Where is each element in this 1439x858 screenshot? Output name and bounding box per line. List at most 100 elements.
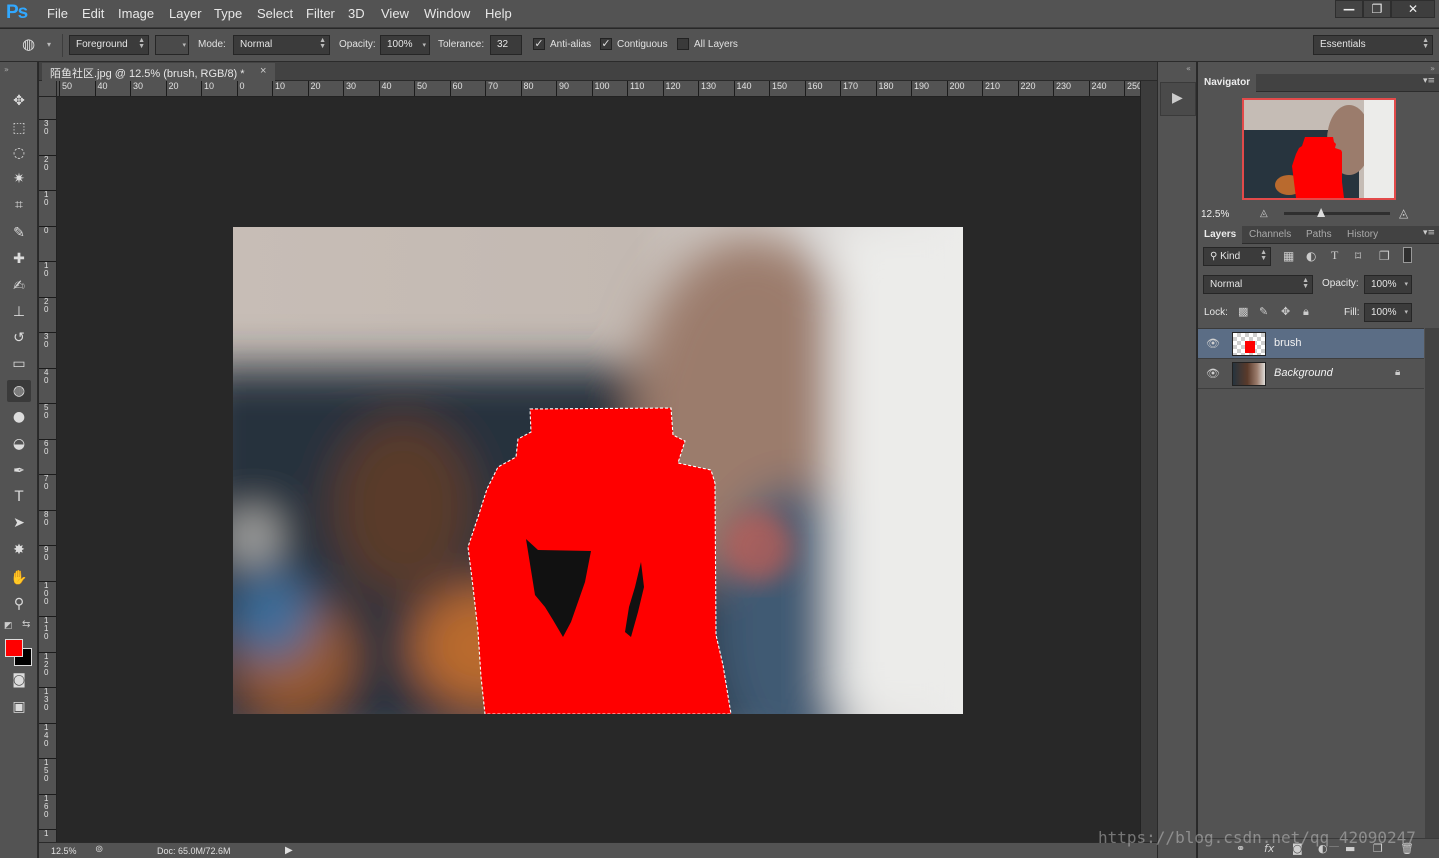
layer-filter-kind[interactable]: ⚲ Kind ▲ ▼ <box>1203 247 1271 266</box>
all-layers-checkbox[interactable] <box>677 38 689 50</box>
history-brush-tool-icon[interactable]: ↺ <box>7 327 31 349</box>
collapse-grip-icon[interactable]: » <box>4 65 9 74</box>
filter-adjustment-icon[interactable]: ◐ <box>1306 249 1316 263</box>
crop-tool-icon[interactable]: ⌗ <box>7 194 31 216</box>
lock-position-icon[interactable]: ✥ <box>1281 305 1290 318</box>
navigator-zoom[interactable]: 12.5% <box>1201 209 1229 220</box>
menu-filter[interactable]: Filter <box>306 6 335 21</box>
zoom-slider-thumb[interactable] <box>1317 208 1326 217</box>
layer-row-brush[interactable]: 👁︎ brush <box>1198 329 1424 359</box>
blur-tool-icon[interactable]: ● <box>7 406 31 428</box>
healing-brush-tool-icon[interactable]: ✚ <box>7 248 31 270</box>
marquee-tool-icon[interactable]: ⬚ <box>7 117 31 139</box>
zoom-level[interactable]: 12.5% <box>51 846 77 856</box>
layer-row-background[interactable]: 👁︎ Background 🔒︎ <box>1198 359 1424 389</box>
eraser-tool-icon[interactable]: ▭ <box>7 353 31 375</box>
quick-mask-icon[interactable]: ◙ <box>7 669 31 691</box>
layer-name[interactable]: brush <box>1274 337 1302 349</box>
move-tool-icon[interactable]: ✥ <box>7 90 31 112</box>
blend-mode-select[interactable]: Normal ▲ ▼ <box>1203 275 1313 294</box>
close-tab-icon[interactable]: × <box>260 65 266 77</box>
paint-bucket-preset-icon[interactable]: ◍ <box>22 35 35 53</box>
vertical-scrollbar[interactable] <box>1140 81 1157 842</box>
menu-type[interactable]: Type <box>214 6 242 21</box>
custom-shape-tool-icon[interactable]: ✸ <box>7 539 31 561</box>
navigator-zoom-slider[interactable] <box>1284 208 1390 217</box>
tab-layers[interactable]: Layers <box>1198 226 1243 244</box>
zoom-tool-icon[interactable]: ⚲ <box>7 593 31 615</box>
filter-pixel-icon[interactable]: ▦ <box>1283 249 1294 263</box>
document-image[interactable] <box>233 227 963 714</box>
eyedropper-tool-icon[interactable]: ✎ <box>7 222 31 244</box>
tab-navigator[interactable]: Navigator <box>1198 74 1257 92</box>
pen-tool-icon[interactable]: ✒ <box>7 460 31 482</box>
filter-shape-icon[interactable]: ⌑ <box>1355 249 1361 263</box>
menu-select[interactable]: Select <box>257 6 293 21</box>
horizontal-ruler[interactable]: 50 40 30 20 10 0 10 20 30 40 50 60 70 80 90 100 110 120 13… <box>57 81 1140 97</box>
dock-panel-button[interactable]: ▶ <box>1160 82 1196 116</box>
ruler-tick-label: 60 <box>449 81 463 96</box>
minimize-button[interactable]: — <box>1335 0 1363 18</box>
navigator-preview[interactable] <box>1242 98 1396 200</box>
menu-3d[interactable]: 3D <box>348 6 365 21</box>
share-icon[interactable]: ⊚ <box>95 844 103 855</box>
lasso-tool-icon[interactable]: ◌ <box>7 142 31 164</box>
foreground-color-swatch[interactable] <box>5 639 23 657</box>
vertical-ruler[interactable]: 3 0 2 0 1 0 0 1 0 2 0 3 0 4 0 5 0 6 0 7 0 8 0 9 0 1 0… <box>39 97 57 842</box>
menu-layer[interactable]: Layer <box>169 6 202 21</box>
lock-transparent-icon[interactable]: ▩ <box>1238 305 1248 318</box>
screen-mode-icon[interactable]: ▣ <box>7 696 31 718</box>
tab-channels[interactable]: Channels <box>1243 226 1297 244</box>
collapse-right-icon[interactable]: » <box>1430 64 1435 73</box>
layer-fill-input[interactable]: 100% ▾ <box>1364 303 1412 322</box>
default-colors-icon[interactable]: ◩ <box>4 621 13 631</box>
workspace-select[interactable]: Essentials ▲ ▼ <box>1313 35 1433 55</box>
collapse-panels-icon[interactable]: « <box>1186 64 1191 73</box>
panel-menu-icon[interactable]: ▾≡ <box>1423 76 1435 86</box>
panel-menu-icon[interactable]: ▾≡ <box>1423 228 1435 238</box>
zoom-out-icon[interactable]: ◬ <box>1260 208 1268 219</box>
swap-colors-icon[interactable]: ⇆ <box>22 619 30 630</box>
pattern-picker[interactable]: ▾ <box>155 35 189 55</box>
visibility-eye-icon[interactable]: 👁︎ <box>1206 337 1220 350</box>
layer-name[interactable]: Background <box>1274 367 1333 379</box>
filter-smart-object-icon[interactable]: ❐ <box>1379 249 1390 263</box>
restore-button[interactable]: ❐ <box>1363 0 1391 18</box>
hand-tool-icon[interactable]: ✋ <box>7 567 31 589</box>
menu-image[interactable]: Image <box>118 6 154 21</box>
menu-help[interactable]: Help <box>485 6 512 21</box>
filter-toggle[interactable] <box>1403 247 1412 263</box>
menu-edit[interactable]: Edit <box>82 6 104 21</box>
dodge-tool-icon[interactable]: ◒ <box>7 433 31 455</box>
visibility-eye-icon[interactable]: 👁︎ <box>1206 367 1220 380</box>
lock-all-icon[interactable]: 🔒︎ <box>1303 305 1309 319</box>
ruler-origin[interactable] <box>39 81 57 97</box>
path-selection-tool-icon[interactable]: ➤ <box>7 512 31 534</box>
chevron-down-icon[interactable]: ▾ <box>47 40 51 49</box>
menu-view[interactable]: View <box>381 6 409 21</box>
fill-source-select[interactable]: Foreground ▲ ▼ <box>69 35 149 55</box>
magic-wand-tool-icon[interactable]: ✷ <box>7 168 31 190</box>
canvas-area[interactable] <box>57 97 1140 842</box>
paint-bucket-tool-icon[interactable]: ◍ <box>7 380 31 402</box>
close-window-button[interactable]: ✕ <box>1391 0 1435 18</box>
filter-type-icon[interactable]: T <box>1331 248 1338 263</box>
brush-tool-icon[interactable]: ✍ <box>7 275 31 297</box>
document-tab[interactable]: 陌鱼社区.jpg @ 12.5% (brush, RGB/8) * × <box>42 63 275 81</box>
menu-window[interactable]: Window <box>424 6 470 21</box>
opacity-input[interactable]: 100% ▾ <box>380 35 430 55</box>
lock-image-icon[interactable]: ✎ <box>1259 305 1268 318</box>
zoom-in-icon[interactable]: ◬ <box>1399 206 1408 220</box>
tab-history[interactable]: History <box>1341 226 1384 244</box>
tab-paths[interactable]: Paths <box>1300 226 1338 244</box>
menu-file[interactable]: File <box>47 6 68 21</box>
contiguous-checkbox[interactable]: ✓ <box>600 38 612 50</box>
layers-scrollbar[interactable] <box>1425 328 1439 838</box>
status-menu-arrow-icon[interactable]: ▶ <box>285 845 293 856</box>
mode-select[interactable]: Normal ▲ ▼ <box>233 35 330 55</box>
layer-opacity-input[interactable]: 100% ▾ <box>1364 275 1412 294</box>
tolerance-input[interactable]: 32 <box>490 35 522 55</box>
antialias-checkbox[interactable]: ✓ <box>533 38 545 50</box>
type-tool-icon[interactable]: T <box>7 486 31 508</box>
clone-stamp-tool-icon[interactable]: ⊥ <box>7 301 31 323</box>
